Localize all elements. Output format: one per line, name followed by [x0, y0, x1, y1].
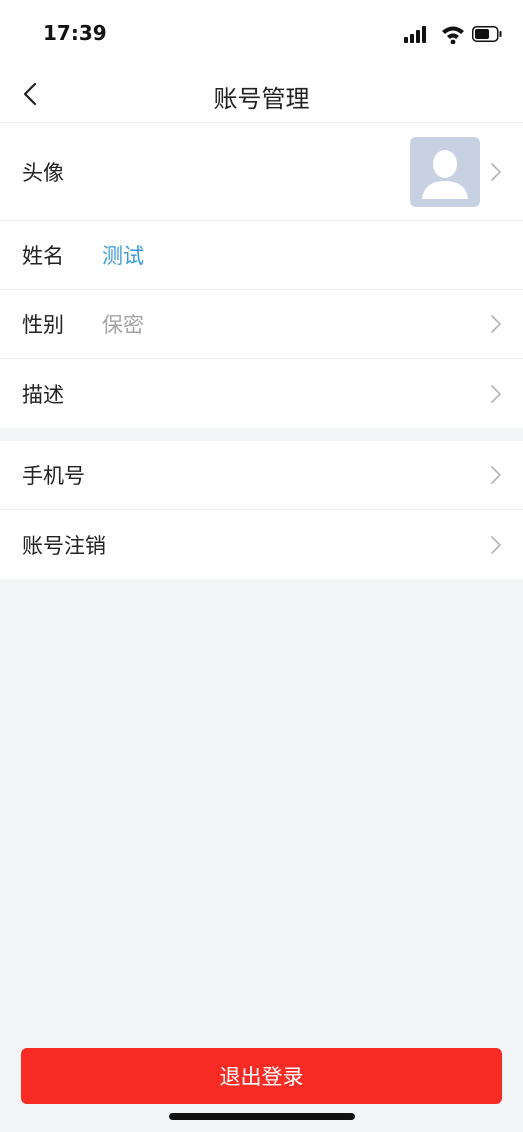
- chevron-right-icon: [491, 315, 501, 333]
- person-placeholder-icon: [422, 150, 468, 199]
- signal-icon: [404, 26, 426, 43]
- home-indicator: [169, 1113, 355, 1120]
- row-label: 性别: [22, 313, 64, 337]
- settings-row-name[interactable]: 姓名 测试: [0, 221, 523, 290]
- chevron-right-icon: [491, 384, 501, 403]
- logout-button[interactable]: 退出登录: [21, 1048, 502, 1104]
- status-bar: 17:39: [0, 0, 523, 66]
- profile-settings-group: 头像 姓名 测试 性别 保密 描述: [0, 123, 523, 428]
- row-label: 头像: [22, 160, 64, 185]
- row-label: 账号注销: [22, 533, 106, 558]
- account-settings-group: 手机号 账号注销: [0, 441, 523, 579]
- row-label: 手机号: [22, 464, 85, 488]
- status-icons: [404, 26, 502, 44]
- name-value: 测试: [102, 244, 144, 268]
- settings-row-delete-account[interactable]: 账号注销: [0, 510, 523, 579]
- battery-icon: [472, 26, 502, 42]
- status-time: 17:39: [43, 21, 107, 45]
- wifi-icon: [442, 26, 464, 44]
- chevron-right-icon: [491, 466, 501, 484]
- chevron-right-icon: [491, 535, 501, 554]
- row-label: 姓名: [22, 244, 64, 268]
- page-title: 账号管理: [213, 85, 310, 113]
- chevron-right-icon: [491, 162, 501, 181]
- row-label: 描述: [22, 382, 64, 407]
- nav-bar: 账号管理: [0, 66, 523, 123]
- settings-row-avatar[interactable]: 头像: [0, 123, 523, 221]
- settings-row-description[interactable]: 描述: [0, 359, 523, 428]
- settings-row-phone[interactable]: 手机号: [0, 441, 523, 510]
- settings-row-gender[interactable]: 性别 保密: [0, 290, 523, 359]
- avatar[interactable]: [410, 137, 480, 207]
- gender-value: 保密: [102, 313, 144, 337]
